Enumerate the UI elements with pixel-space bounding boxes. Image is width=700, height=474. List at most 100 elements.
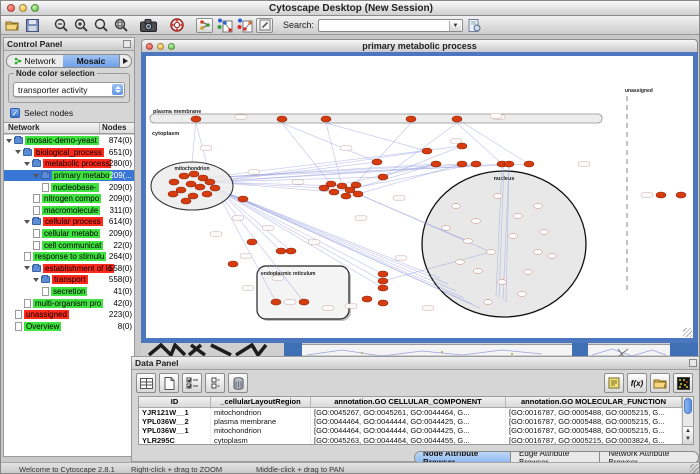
tree-row[interactable]: cellular metabo209(0) — [4, 228, 134, 240]
annotation-note-icon[interactable] — [604, 373, 624, 393]
table-cell[interactable]: [GO:0045263, GO:0044464, GO:0044455, G..… — [311, 436, 506, 444]
node[interactable] — [431, 161, 441, 167]
data-panel-float-icon[interactable] — [689, 359, 697, 367]
table-row[interactable]: YJR121W__1mitochondrion[GO:0045267, GO:0… — [139, 408, 682, 417]
nucleus-node[interactable] — [474, 269, 483, 274]
node[interactable] — [524, 161, 534, 167]
node[interactable] — [452, 116, 462, 122]
tree-row-label[interactable]: unassigned — [24, 310, 69, 319]
node[interactable] — [656, 192, 666, 198]
window-resize-grip[interactable] — [690, 464, 700, 474]
node[interactable] — [186, 181, 196, 187]
tree-row-label[interactable]: Overview — [24, 322, 61, 331]
tree-row-label[interactable]: secretion — [51, 287, 87, 296]
node[interactable] — [362, 296, 372, 302]
node[interactable] — [168, 191, 178, 197]
tree-row[interactable]: unassigned223(0) — [4, 309, 134, 321]
annotation-icon[interactable] — [256, 18, 273, 33]
tree-row-label[interactable]: multi-organism pro — [33, 299, 103, 308]
node[interactable] — [271, 299, 281, 305]
table-cell[interactable]: [GO:0016787, GO:0005215, GO:0003824, G..… — [506, 436, 682, 444]
node[interactable] — [299, 299, 309, 305]
nucleus-node[interactable] — [534, 204, 543, 209]
tree-row[interactable]: metabolic process280(0) — [4, 158, 134, 170]
table-cell[interactable]: cytoplasm — [211, 436, 311, 444]
node[interactable] — [321, 116, 331, 122]
column-header[interactable]: annotation.GO CELLULAR_COMPONENT — [311, 397, 506, 407]
tree-row-label[interactable]: response to stimulu — [33, 252, 106, 261]
tree-row-label[interactable]: biological_process — [34, 148, 104, 157]
expand-arrow-icon[interactable] — [24, 266, 30, 270]
network-resize-grip[interactable] — [683, 328, 692, 337]
save-icon[interactable] — [24, 18, 41, 33]
table-cell[interactable]: mitochondrion — [211, 408, 311, 417]
zoom-fit-icon[interactable] — [92, 18, 109, 33]
expand-arrow-icon[interactable] — [33, 278, 39, 282]
tree-row-label[interactable]: primary metabo — [52, 171, 112, 180]
new-attribute-icon[interactable] — [159, 373, 179, 393]
nucleus-node[interactable] — [548, 254, 557, 259]
tree-row[interactable]: response to stimulu264(0) — [4, 251, 134, 263]
open-icon[interactable] — [4, 18, 21, 33]
column-header[interactable]: _cellularLayoutRegion — [211, 397, 311, 407]
nucleus-node[interactable] — [518, 292, 527, 297]
tree-row[interactable]: transport558(0) — [4, 274, 134, 286]
tree-row-label[interactable]: cell communicat — [42, 241, 103, 250]
table-cell[interactable]: [GO:0045267, GO:0045261, GO:0044464, G..… — [311, 408, 506, 417]
tree-row-label[interactable]: cellular metabo — [42, 229, 100, 238]
node[interactable] — [179, 173, 189, 179]
node[interactable] — [457, 143, 467, 149]
tree-row-label[interactable]: establishment of lo — [43, 264, 114, 273]
unselect-attributes-icon[interactable] — [205, 373, 225, 393]
node[interactable] — [189, 171, 199, 177]
expand-arrow-icon[interactable] — [15, 150, 21, 154]
attribute-table-icon[interactable] — [136, 373, 156, 393]
expand-arrow-icon[interactable] — [24, 220, 30, 224]
table-cell[interactable]: YPL036W__2 — [139, 417, 211, 426]
node[interactable] — [351, 182, 361, 188]
tree-row-label[interactable]: metabolic process — [43, 159, 111, 168]
nucleus-node[interactable] — [509, 234, 518, 239]
tree-row-label[interactable]: mosaic-demo-yeast — [25, 136, 99, 145]
node[interactable] — [169, 179, 179, 185]
network-canvas[interactable]: plasma membranecytoplasmnucleusendoplasm… — [146, 56, 693, 338]
tree-row-label[interactable]: macromolecule — [42, 206, 100, 215]
tree-row[interactable]: cell communicat22(0) — [4, 239, 134, 251]
node[interactable] — [205, 179, 215, 185]
table-row[interactable]: YPL036W__2plasma membrane[GO:0044464, GO… — [139, 417, 682, 426]
node[interactable] — [372, 159, 382, 165]
import-attributes-icon[interactable] — [650, 373, 670, 393]
nucleus-node[interactable] — [494, 194, 503, 199]
node[interactable] — [210, 185, 220, 191]
select-nodes-checkbox[interactable]: ✓ — [10, 108, 20, 118]
node[interactable] — [329, 189, 339, 195]
node[interactable] — [202, 191, 212, 197]
column-header[interactable]: ID — [139, 397, 211, 407]
table-cell[interactable]: [GO:0016787, GO:0005488, GO:0005215, G..… — [506, 426, 682, 435]
network-window-titlebar[interactable]: primary metabolic process — [141, 39, 698, 52]
node[interactable] — [181, 198, 191, 204]
node[interactable] — [247, 239, 257, 245]
help-icon[interactable] — [168, 18, 185, 33]
tree-row-label[interactable]: cellular process — [43, 217, 103, 226]
matrix-icon[interactable] — [673, 373, 693, 393]
node[interactable] — [504, 161, 514, 167]
layout-a-icon[interactable] — [216, 18, 233, 33]
tree-row[interactable]: establishment of lo558(0) — [4, 263, 134, 275]
table-cell[interactable]: YLR295C — [139, 436, 211, 444]
node[interactable] — [471, 161, 481, 167]
zoom-out-icon[interactable] — [52, 18, 69, 33]
node[interactable] — [378, 300, 388, 306]
expand-arrow-icon[interactable] — [6, 139, 12, 143]
node[interactable] — [277, 116, 287, 122]
tree-row[interactable]: primary metabo209(... — [4, 170, 134, 182]
nucleus-node[interactable] — [498, 280, 507, 285]
col-nodes[interactable]: Nodes — [100, 123, 134, 133]
tree-row[interactable]: nucleobase-209(0) — [4, 181, 134, 193]
node[interactable] — [228, 261, 238, 267]
table-cell[interactable]: mitochondrion — [211, 426, 311, 435]
node[interactable] — [341, 193, 351, 199]
search-dropdown-icon[interactable]: ▼ — [449, 21, 461, 31]
node[interactable] — [353, 191, 363, 197]
node[interactable] — [457, 161, 467, 167]
